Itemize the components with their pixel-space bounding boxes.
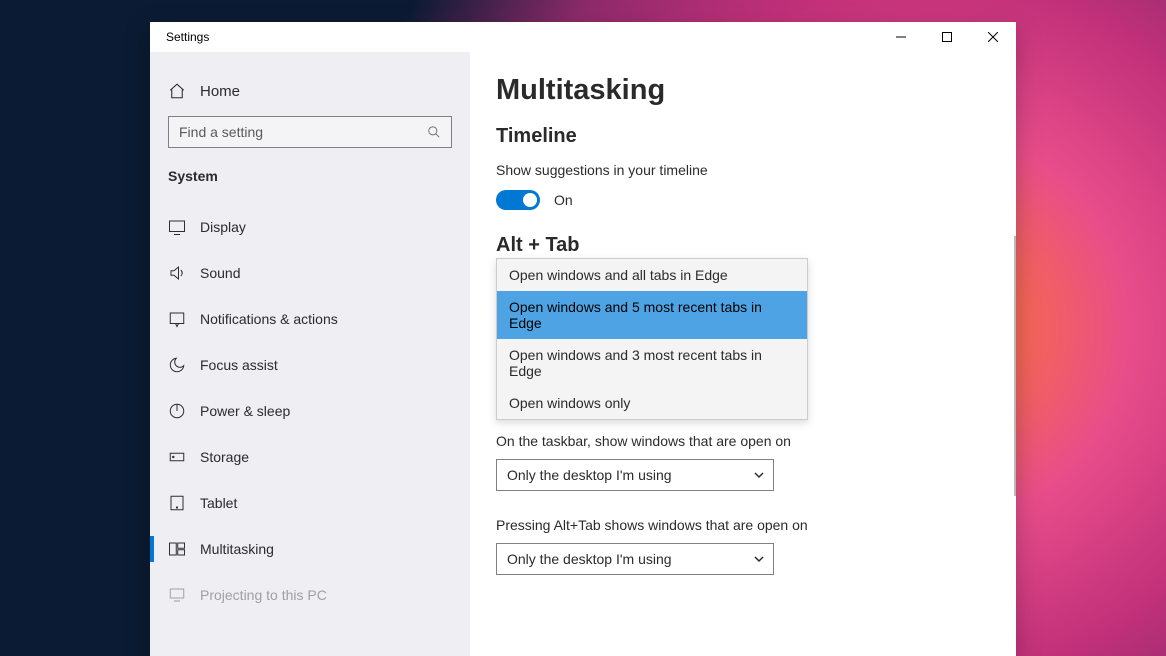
chevron-down-icon xyxy=(753,553,765,565)
multitasking-icon xyxy=(168,540,186,558)
vd-alttab-label: Pressing Alt+Tab shows windows that are … xyxy=(496,517,990,533)
alttab-heading: Alt + Tab xyxy=(496,234,990,257)
sidebar-item-label: Focus assist xyxy=(200,357,278,373)
category-label: System xyxy=(150,166,470,204)
close-button[interactable] xyxy=(970,22,1016,52)
sidebar-item-power-sleep[interactable]: Power & sleep xyxy=(150,388,470,434)
settings-window: Settings Home System xyxy=(150,22,1016,656)
sidebar-item-label: Projecting to this PC xyxy=(200,587,327,603)
search-box[interactable] xyxy=(168,116,452,148)
dropdown-option-0[interactable]: Open windows and all tabs in Edge xyxy=(497,259,807,291)
content-area: Home System Display Sound xyxy=(150,52,1016,656)
projecting-icon xyxy=(168,586,186,604)
sidebar-item-sound[interactable]: Sound xyxy=(150,250,470,296)
chevron-down-icon xyxy=(753,469,765,481)
alttab-dropdown: Open windows and all tabs in Edge Open w… xyxy=(496,258,808,420)
sidebar-item-storage[interactable]: Storage xyxy=(150,434,470,480)
nav-list: Display Sound Notifications & actions Fo… xyxy=(150,204,470,618)
maximize-icon xyxy=(942,32,952,42)
toggle-label: On xyxy=(554,192,573,208)
sidebar-item-focus-assist[interactable]: Focus assist xyxy=(150,342,470,388)
sidebar-item-label: Display xyxy=(200,219,246,235)
power-icon xyxy=(168,402,186,420)
window-title: Settings xyxy=(150,30,878,44)
maximize-button[interactable] xyxy=(924,22,970,52)
page-title: Multitasking xyxy=(496,74,990,107)
dropdown-option-1[interactable]: Open windows and 5 most recent tabs in E… xyxy=(497,291,807,339)
home-icon xyxy=(168,82,186,100)
select-value: Only the desktop I'm using xyxy=(507,551,672,567)
toggle-knob xyxy=(523,193,537,207)
home-label: Home xyxy=(200,83,240,100)
storage-icon xyxy=(168,448,186,466)
vd-taskbar-label: On the taskbar, show windows that are op… xyxy=(496,433,990,449)
sidebar-item-notifications[interactable]: Notifications & actions xyxy=(150,296,470,342)
sidebar-item-multitasking[interactable]: Multitasking xyxy=(150,526,470,572)
titlebar: Settings xyxy=(150,22,1016,52)
vd-taskbar-select[interactable]: Only the desktop I'm using xyxy=(496,459,774,491)
notifications-icon xyxy=(168,310,186,328)
dropdown-option-2[interactable]: Open windows and 3 most recent tabs in E… xyxy=(497,339,807,387)
sidebar-item-label: Multitasking xyxy=(200,541,274,557)
sidebar-item-projecting[interactable]: Projecting to this PC xyxy=(150,572,470,618)
minimize-button[interactable] xyxy=(878,22,924,52)
sound-icon xyxy=(168,264,186,282)
sidebar-item-label: Tablet xyxy=(200,495,237,511)
sidebar-item-display[interactable]: Display xyxy=(150,204,470,250)
main-panel: Multitasking Timeline Show suggestions i… xyxy=(470,52,1016,656)
sidebar: Home System Display Sound xyxy=(150,52,470,656)
select-value: Only the desktop I'm using xyxy=(507,467,672,483)
scrollbar[interactable] xyxy=(1014,236,1016,496)
sidebar-item-label: Notifications & actions xyxy=(200,311,338,327)
sidebar-item-label: Storage xyxy=(200,449,249,465)
timeline-desc: Show suggestions in your timeline xyxy=(496,162,990,178)
vd-alttab-select[interactable]: Only the desktop I'm using xyxy=(496,543,774,575)
sidebar-item-label: Sound xyxy=(200,265,240,281)
sidebar-item-label: Power & sleep xyxy=(200,403,290,419)
search-icon xyxy=(427,125,441,139)
display-icon xyxy=(168,218,186,236)
home-button[interactable]: Home xyxy=(150,76,470,116)
tablet-icon xyxy=(168,494,186,512)
minimize-icon xyxy=(896,32,906,42)
timeline-toggle[interactable] xyxy=(496,190,540,210)
dropdown-option-3[interactable]: Open windows only xyxy=(497,387,807,419)
search-input[interactable] xyxy=(179,124,427,140)
focus-assist-icon xyxy=(168,356,186,374)
timeline-heading: Timeline xyxy=(496,125,990,148)
close-icon xyxy=(988,32,998,42)
sidebar-item-tablet[interactable]: Tablet xyxy=(150,480,470,526)
